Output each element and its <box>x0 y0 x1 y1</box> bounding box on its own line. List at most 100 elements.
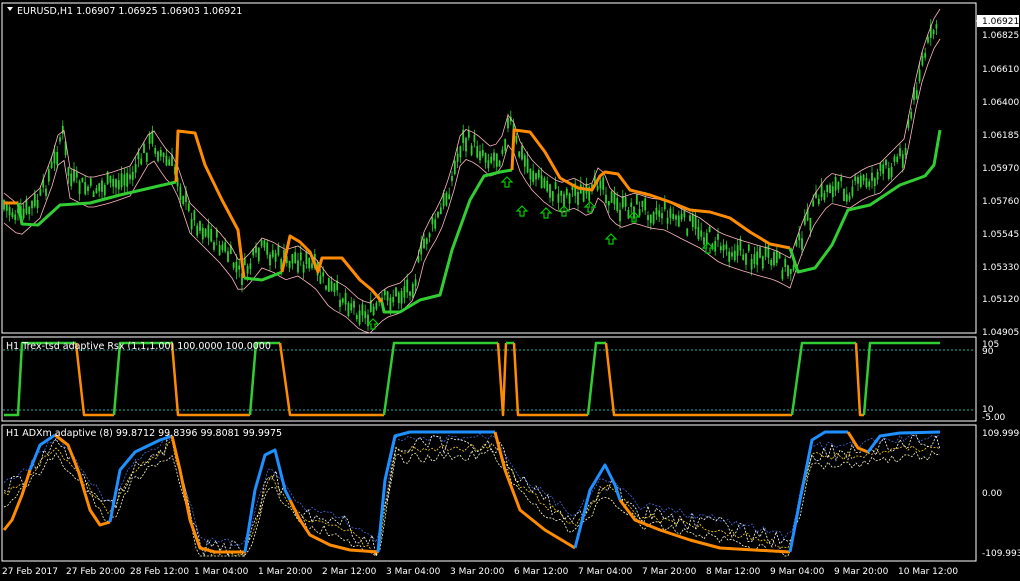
candle-body <box>918 69 921 82</box>
candle-body <box>781 270 784 280</box>
candle-body <box>45 188 47 196</box>
candle-body <box>498 160 501 167</box>
candle-body <box>115 179 117 188</box>
candle-body <box>207 224 210 238</box>
time-label: 1 Mar 20:00 <box>258 567 313 577</box>
candle-body <box>341 298 344 303</box>
candle-body <box>288 261 291 269</box>
candle-body <box>526 158 529 173</box>
candle-body <box>355 315 358 320</box>
candle-body <box>84 182 87 195</box>
candle-body <box>392 296 395 303</box>
candle-body <box>871 172 873 181</box>
candle-body <box>456 153 459 162</box>
candle-body <box>843 188 845 201</box>
candle-body <box>235 261 238 273</box>
candle-body <box>924 52 927 58</box>
candle-body <box>145 152 148 162</box>
candle-body <box>255 246 257 253</box>
candle-body <box>330 281 333 291</box>
candle-body <box>775 250 778 264</box>
price-label: 1.06400 <box>982 98 1019 108</box>
candle-body <box>294 252 297 264</box>
candle-body <box>728 251 731 262</box>
candle-body <box>745 253 747 265</box>
candle-body <box>403 286 406 298</box>
candle-body <box>798 233 801 241</box>
candle-body <box>789 269 792 274</box>
rsx-scale-label: 90 <box>982 347 994 357</box>
chart-window[interactable]: EURUSD,H1 1.06907 1.06925 1.06903 1.0692… <box>0 0 1020 581</box>
price-label: 1.05760 <box>982 197 1019 207</box>
candle-body <box>47 169 50 182</box>
time-label: 7 Mar 04:00 <box>578 567 633 577</box>
candle-body <box>638 209 641 216</box>
adx-scale-label: 0.00 <box>982 489 1002 499</box>
candle-body <box>708 227 711 233</box>
candle-body <box>204 228 207 237</box>
candle-body <box>459 146 462 158</box>
candle-body <box>767 245 770 258</box>
candle-body <box>901 154 904 168</box>
candle-body <box>703 237 705 245</box>
candle-body <box>495 153 498 167</box>
candle-body <box>308 258 311 269</box>
candle-body <box>521 145 523 160</box>
candle-body <box>532 170 535 182</box>
price-label: 1.06610 <box>982 65 1019 75</box>
candle-body <box>157 151 159 162</box>
candle-body <box>873 178 876 186</box>
candle-body <box>358 310 361 325</box>
candle-body <box>353 301 355 308</box>
candle-body <box>560 191 563 196</box>
price-label: 1.05330 <box>982 263 1019 273</box>
candle-body <box>826 185 829 192</box>
time-label: 1 Mar 04:00 <box>194 567 249 577</box>
candle-body <box>196 225 199 236</box>
candle-body <box>120 173 123 188</box>
candle-body <box>882 164 885 174</box>
candle-body <box>915 90 918 99</box>
candle-body <box>910 111 913 119</box>
candle-body <box>484 153 487 163</box>
candle-body <box>28 206 31 215</box>
candle-body <box>56 152 59 165</box>
candle-body <box>879 163 882 171</box>
candle-body <box>549 184 551 198</box>
candle-body <box>865 178 868 187</box>
candle-body <box>109 175 112 183</box>
candle-body <box>680 213 683 220</box>
time-label: 2 Mar 12:00 <box>322 567 377 577</box>
candle-body <box>490 156 493 164</box>
candle-body <box>423 238 425 249</box>
candle-body <box>232 262 235 268</box>
candle-body <box>537 170 540 178</box>
price-label: 1.05545 <box>982 230 1019 240</box>
candle-body <box>851 186 854 196</box>
candle-body <box>73 169 75 182</box>
candle-body <box>607 201 610 206</box>
candle-body <box>87 186 89 192</box>
candle-body <box>263 240 266 248</box>
price-label: 1.05970 <box>982 164 1019 174</box>
candle-body <box>238 265 241 270</box>
candle-body <box>364 311 367 319</box>
candle-body <box>470 145 473 156</box>
candle-body <box>215 230 218 238</box>
candle-body <box>904 148 907 155</box>
candle-body <box>630 202 633 207</box>
candle-body <box>602 177 605 190</box>
candle-body <box>101 180 103 192</box>
candle-body <box>25 199 28 214</box>
candle-body <box>778 252 781 259</box>
candle-body <box>644 198 647 211</box>
candle-body <box>845 194 848 202</box>
candle-body <box>759 247 761 258</box>
candle-body <box>95 188 98 194</box>
time-label: 8 Mar 12:00 <box>706 567 761 577</box>
candle-body <box>89 178 92 186</box>
candle-body <box>81 178 84 183</box>
candle-body <box>36 200 39 208</box>
candle-body <box>854 176 857 181</box>
candle-body <box>218 245 221 256</box>
